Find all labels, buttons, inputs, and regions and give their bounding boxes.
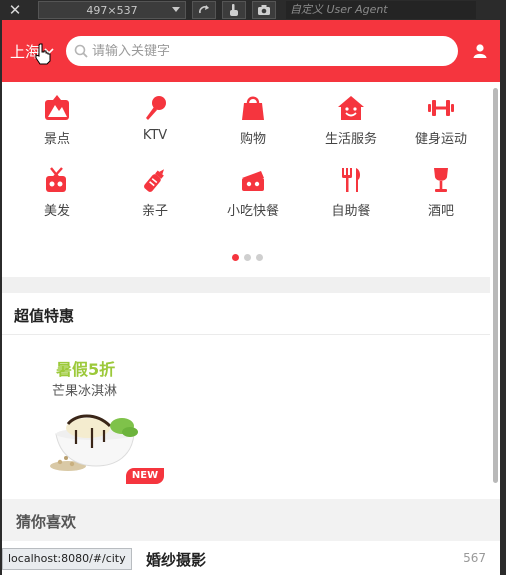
hand-pointer-cursor-icon [35,43,51,64]
category-item-bar[interactable]: 酒吧 [392,166,490,219]
viewport-frame-right [500,20,506,575]
close-icon[interactable]: ✕ [0,1,30,19]
dimensions-value: 497×537 [86,3,138,17]
category-label: 酒吧 [427,204,454,219]
food-box-icon [242,171,264,191]
category-label: 美发 [43,204,70,219]
screenshot-button[interactable] [252,1,276,19]
fork-knife-icon [342,168,361,192]
guess-section-title: 猜你喜欢 [16,513,77,531]
section-separator [2,334,490,335]
house-smile-icon [338,96,364,120]
app-header: 上海 [2,20,500,82]
category-label: 景点 [43,132,70,147]
category-item-snacks[interactable]: 小吃快餐 [204,166,302,219]
category-label: 购物 [239,132,266,147]
camera-icon [258,5,270,15]
ice-cream-bowl-image [50,414,138,471]
dimensions-select[interactable]: 497×537 [38,1,186,19]
section-divider [2,277,490,293]
devtools-toolbar: ✕ 497×537 自定义 User Agent [0,0,506,20]
search-input[interactable] [92,43,433,59]
pagination-dot-active[interactable] [232,254,239,261]
category-label: 自助餐 [331,204,371,219]
rotate-icon [199,5,209,14]
deal-promo-text: 暑假5折 [56,360,116,379]
category-label: 小吃快餐 [226,204,279,219]
mountain-icon [45,95,69,120]
touch-button[interactable] [222,1,246,19]
category-grid: 景点 KTV 购物 生活服务 健身运动 美发 亲子 小吃快餐 自助餐 酒吧 [2,82,490,272]
category-label: 生活服务 [324,132,377,147]
category-label: 健身运动 [414,132,467,147]
guess-section-header: 猜你喜欢 [2,499,500,541]
status-bar-url: localhost:8080/#/city [2,548,132,570]
deal-card[interactable]: 暑假5折 芒果冰淇淋 NEW [30,346,180,491]
dumbbell-icon [428,100,454,116]
pagination-dot[interactable] [256,254,263,261]
search-icon [74,44,88,58]
city-selector[interactable]: 上海 [10,41,54,64]
new-badge: NEW [126,468,164,484]
category-label: 亲子 [141,204,168,219]
shopping-bag-icon [242,96,264,120]
user-agent-input[interactable]: 自定义 User Agent [286,1,476,19]
category-item-hair[interactable]: 美发 [8,166,106,219]
list-item-count: 567 [463,551,486,565]
baby-bottle-icon [144,169,164,192]
carousel-pagination [232,254,263,261]
category-item-buffet[interactable]: 自助餐 [302,166,400,219]
category-item-fitness[interactable]: 健身运动 [392,94,490,147]
scrollbar[interactable] [491,88,499,488]
scrollbar-thumb[interactable] [493,88,498,483]
category-item-scenic[interactable]: 景点 [8,94,106,147]
user-icon[interactable] [472,43,488,59]
category-item-life-service[interactable]: 生活服务 [302,94,400,147]
deal-product-name: 芒果冰淇淋 [52,384,118,399]
category-label: KTV [142,128,168,143]
deals-section-title: 超值特惠 [14,307,75,325]
hand-icon [230,4,238,16]
list-item-title: 婚纱摄影 [146,551,207,569]
search-bar[interactable] [66,36,459,66]
rotate-button[interactable] [192,1,216,19]
pagination-dot[interactable] [244,254,251,261]
category-item-kids[interactable]: 亲子 [106,166,204,219]
wine-glass-icon [434,168,448,192]
category-item-ktv[interactable]: KTV [106,94,204,143]
microphone-icon [146,96,166,120]
chevron-down-icon [172,7,180,12]
category-item-shopping[interactable]: 购物 [204,94,302,147]
scissors-icon [46,167,66,192]
